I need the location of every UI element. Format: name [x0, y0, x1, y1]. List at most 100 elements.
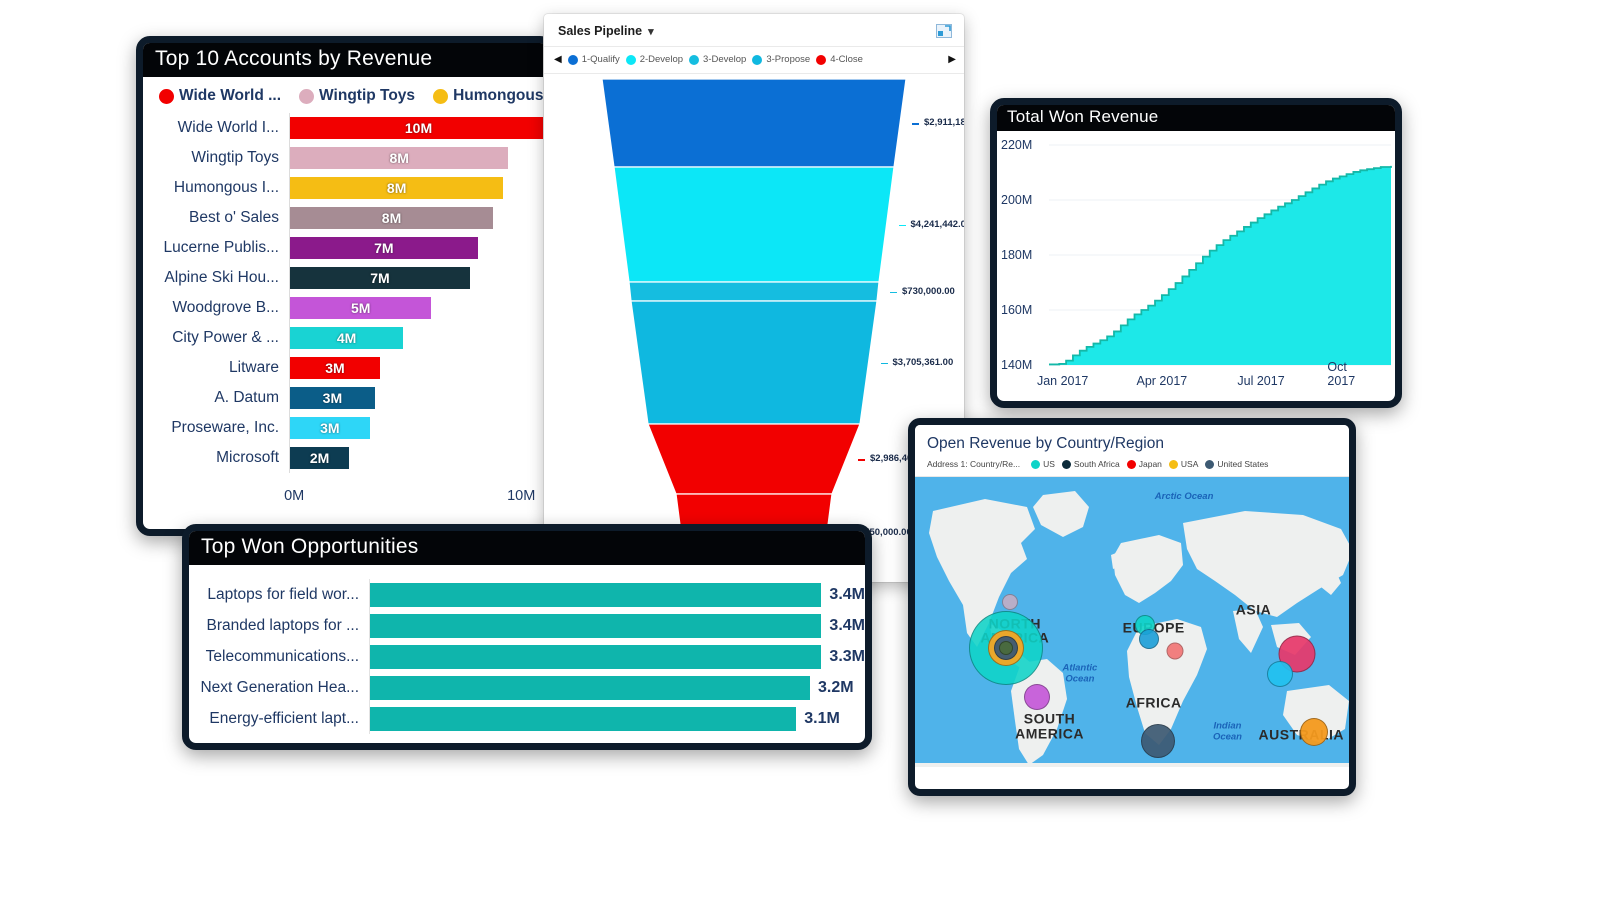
map-bubble-canada[interactable]	[1002, 593, 1019, 610]
pipeline-legend-item[interactable]: 4-Close	[816, 54, 863, 65]
account-bar-track: 7M	[289, 233, 547, 263]
map-legend-item[interactable]: Japan	[1126, 459, 1162, 469]
opportunity-bar-row[interactable]: Branded laptops for ... 3.4M	[189, 610, 865, 641]
map-legend-item[interactable]: USA	[1168, 459, 1198, 469]
area-fill[interactable]	[1049, 165, 1391, 365]
pipeline-legend-item[interactable]: 1-Qualify	[567, 54, 620, 65]
legend-swatch	[1126, 459, 1136, 469]
opportunity-bar-fill[interactable]	[370, 706, 797, 731]
opportunity-bar-row[interactable]: Energy-efficient lapt... 3.1M	[189, 703, 865, 734]
y-axis-tick-label: 140M	[1001, 358, 1033, 372]
account-bar-fill[interactable]: 4M	[290, 327, 404, 349]
opportunity-bar-track: 3.4M	[369, 579, 865, 610]
ocean-label: Arctic Ocean	[1154, 491, 1214, 503]
map-bubble-mediterranean[interactable]	[1166, 642, 1184, 660]
legend-label: Wide World ...	[179, 87, 282, 104]
legend-swatch	[689, 54, 700, 65]
account-bar-row[interactable]: A. Datum 3M	[143, 383, 547, 413]
account-bar-value: 2M	[309, 450, 330, 466]
account-bar-row[interactable]: Proseware, Inc. 3M	[143, 413, 547, 443]
opportunity-bar-fill[interactable]	[370, 613, 822, 638]
opportunity-bar-track: 3.2M	[369, 672, 865, 703]
funnel-segment[interactable]	[613, 166, 895, 283]
opportunity-category-label: Next Generation Hea...	[200, 678, 359, 696]
pipeline-legend-item[interactable]: 3-Develop	[689, 54, 746, 65]
opportunity-category-label: Branded laptops for ...	[206, 616, 359, 634]
legend-item[interactable]: Humongous I...	[433, 87, 547, 105]
account-bar-value: 8M	[381, 210, 402, 226]
funnel-svg	[601, 78, 907, 572]
top-accounts-body: Wide World ... Wingtip Toys Humongous I...…	[143, 77, 547, 504]
legend-swatch	[1061, 459, 1071, 469]
account-bar-row[interactable]: Microsoft 2M	[143, 443, 547, 473]
account-category-label: City Power & ...	[172, 329, 279, 346]
account-bar-fill[interactable]: 3M	[290, 417, 370, 439]
account-bar-row[interactable]: Best o' Sales 8M	[143, 203, 547, 233]
account-bar-fill[interactable]: 8M	[290, 147, 509, 169]
account-bar-row[interactable]: Humongous I... 8M	[143, 173, 547, 203]
opportunity-bar-value: 3.2M	[818, 678, 854, 696]
pipeline-legend-item[interactable]: 3-Propose	[752, 54, 810, 65]
opportunity-bar-track: 3.4M	[369, 610, 865, 641]
funnel-segment[interactable]	[647, 423, 861, 495]
account-bar-row[interactable]: Litware 3M	[143, 353, 547, 383]
opportunity-bar-fill[interactable]	[370, 582, 822, 607]
account-bar-track: 8M	[289, 203, 547, 233]
map-bubble-australia[interactable]	[1300, 718, 1329, 747]
y-axis-tick-label: 220M	[1001, 138, 1033, 152]
opportunity-category-label: Energy-efficient lapt...	[209, 709, 359, 727]
legend-swatch	[752, 54, 763, 65]
legend-label: 4-Close	[830, 54, 863, 65]
map-legend-item[interactable]: United States	[1205, 459, 1268, 469]
account-bar-value: 7M	[370, 270, 390, 286]
funnel-segment[interactable]	[628, 281, 880, 302]
opportunity-bar-value: 3.1M	[804, 709, 840, 727]
sales-pipeline-title-group[interactable]: Sales Pipeline ▾	[558, 24, 654, 38]
account-bar-track: 10M	[289, 113, 547, 143]
opportunity-bar-fill[interactable]	[370, 644, 822, 669]
account-bar-fill[interactable]: 8M	[290, 177, 504, 199]
map-bubble-south-america[interactable]	[1023, 684, 1050, 711]
map-bubble-europe-blue[interactable]	[1139, 629, 1160, 650]
focus-mode-icon[interactable]	[936, 24, 952, 38]
opportunity-category-label: Telecommunications...	[205, 647, 359, 665]
world-map[interactable]: NORTHAMERICASOUTHAMERICAEUROPEAFRICAASIA…	[915, 477, 1349, 767]
funnel-segment[interactable]	[601, 78, 907, 168]
top-won-opportunities-title: Top Won Opportunities	[189, 531, 865, 565]
account-bar-row[interactable]: Alpine Ski Hou... 7M	[143, 263, 547, 293]
account-bar-row[interactable]: City Power & ... 4M	[143, 323, 547, 353]
account-bar-fill[interactable]: 7M	[290, 267, 470, 289]
account-bar-row[interactable]: Lucerne Publis... 7M	[143, 233, 547, 263]
legend-item[interactable]: Wingtip Toys	[299, 87, 415, 105]
account-bar-fill[interactable]: 8M	[290, 207, 494, 229]
map-legend-item[interactable]: US	[1031, 459, 1055, 469]
account-bar-fill[interactable]: 5M	[290, 297, 432, 319]
opportunity-bar-fill[interactable]	[370, 675, 810, 700]
axis-tick-max: 10M	[507, 488, 536, 504]
funnel-segment[interactable]	[630, 300, 878, 425]
chevron-down-icon[interactable]: ▾	[648, 25, 654, 38]
map-bubble-east-asia[interactable]	[1266, 661, 1293, 688]
legend-prev-arrow-icon[interactable]: ◀	[554, 54, 562, 65]
account-bar-fill[interactable]: 2M	[290, 447, 350, 469]
account-bar-value: 3M	[320, 420, 340, 436]
account-bar-fill[interactable]: 3M	[290, 387, 375, 409]
opportunity-bar-row[interactable]: Telecommunications... 3.3M	[189, 641, 865, 672]
map-legend-item[interactable]: South Africa	[1061, 459, 1120, 469]
legend-swatch	[299, 88, 315, 104]
legend-label: 3-Propose	[766, 54, 811, 65]
account-bar-row[interactable]: Wide World I... 10M	[143, 113, 547, 143]
account-bar-fill[interactable]: 7M	[290, 237, 478, 259]
legend-item[interactable]: Wide World ...	[159, 87, 281, 105]
account-bar-row[interactable]: Wingtip Toys 8M	[143, 143, 547, 173]
legend-next-arrow-icon[interactable]: ▶	[948, 54, 956, 65]
pipeline-legend-item[interactable]: 2-Develop	[625, 54, 683, 65]
opportunity-bar-row[interactable]: Laptops for field wor... 3.4M	[189, 579, 865, 610]
opportunity-bar-row[interactable]: Next Generation Hea... 3.2M	[189, 672, 865, 703]
map-bubble-us-inner-core[interactable]	[999, 641, 1014, 656]
account-bar-fill[interactable]: 3M	[290, 357, 380, 379]
account-bar-fill[interactable]: 10M	[290, 117, 547, 139]
map-bubble-africa-south[interactable]	[1141, 723, 1176, 758]
account-bar-row[interactable]: Woodgrove B... 5M	[143, 293, 547, 323]
legend-swatch	[567, 54, 578, 65]
